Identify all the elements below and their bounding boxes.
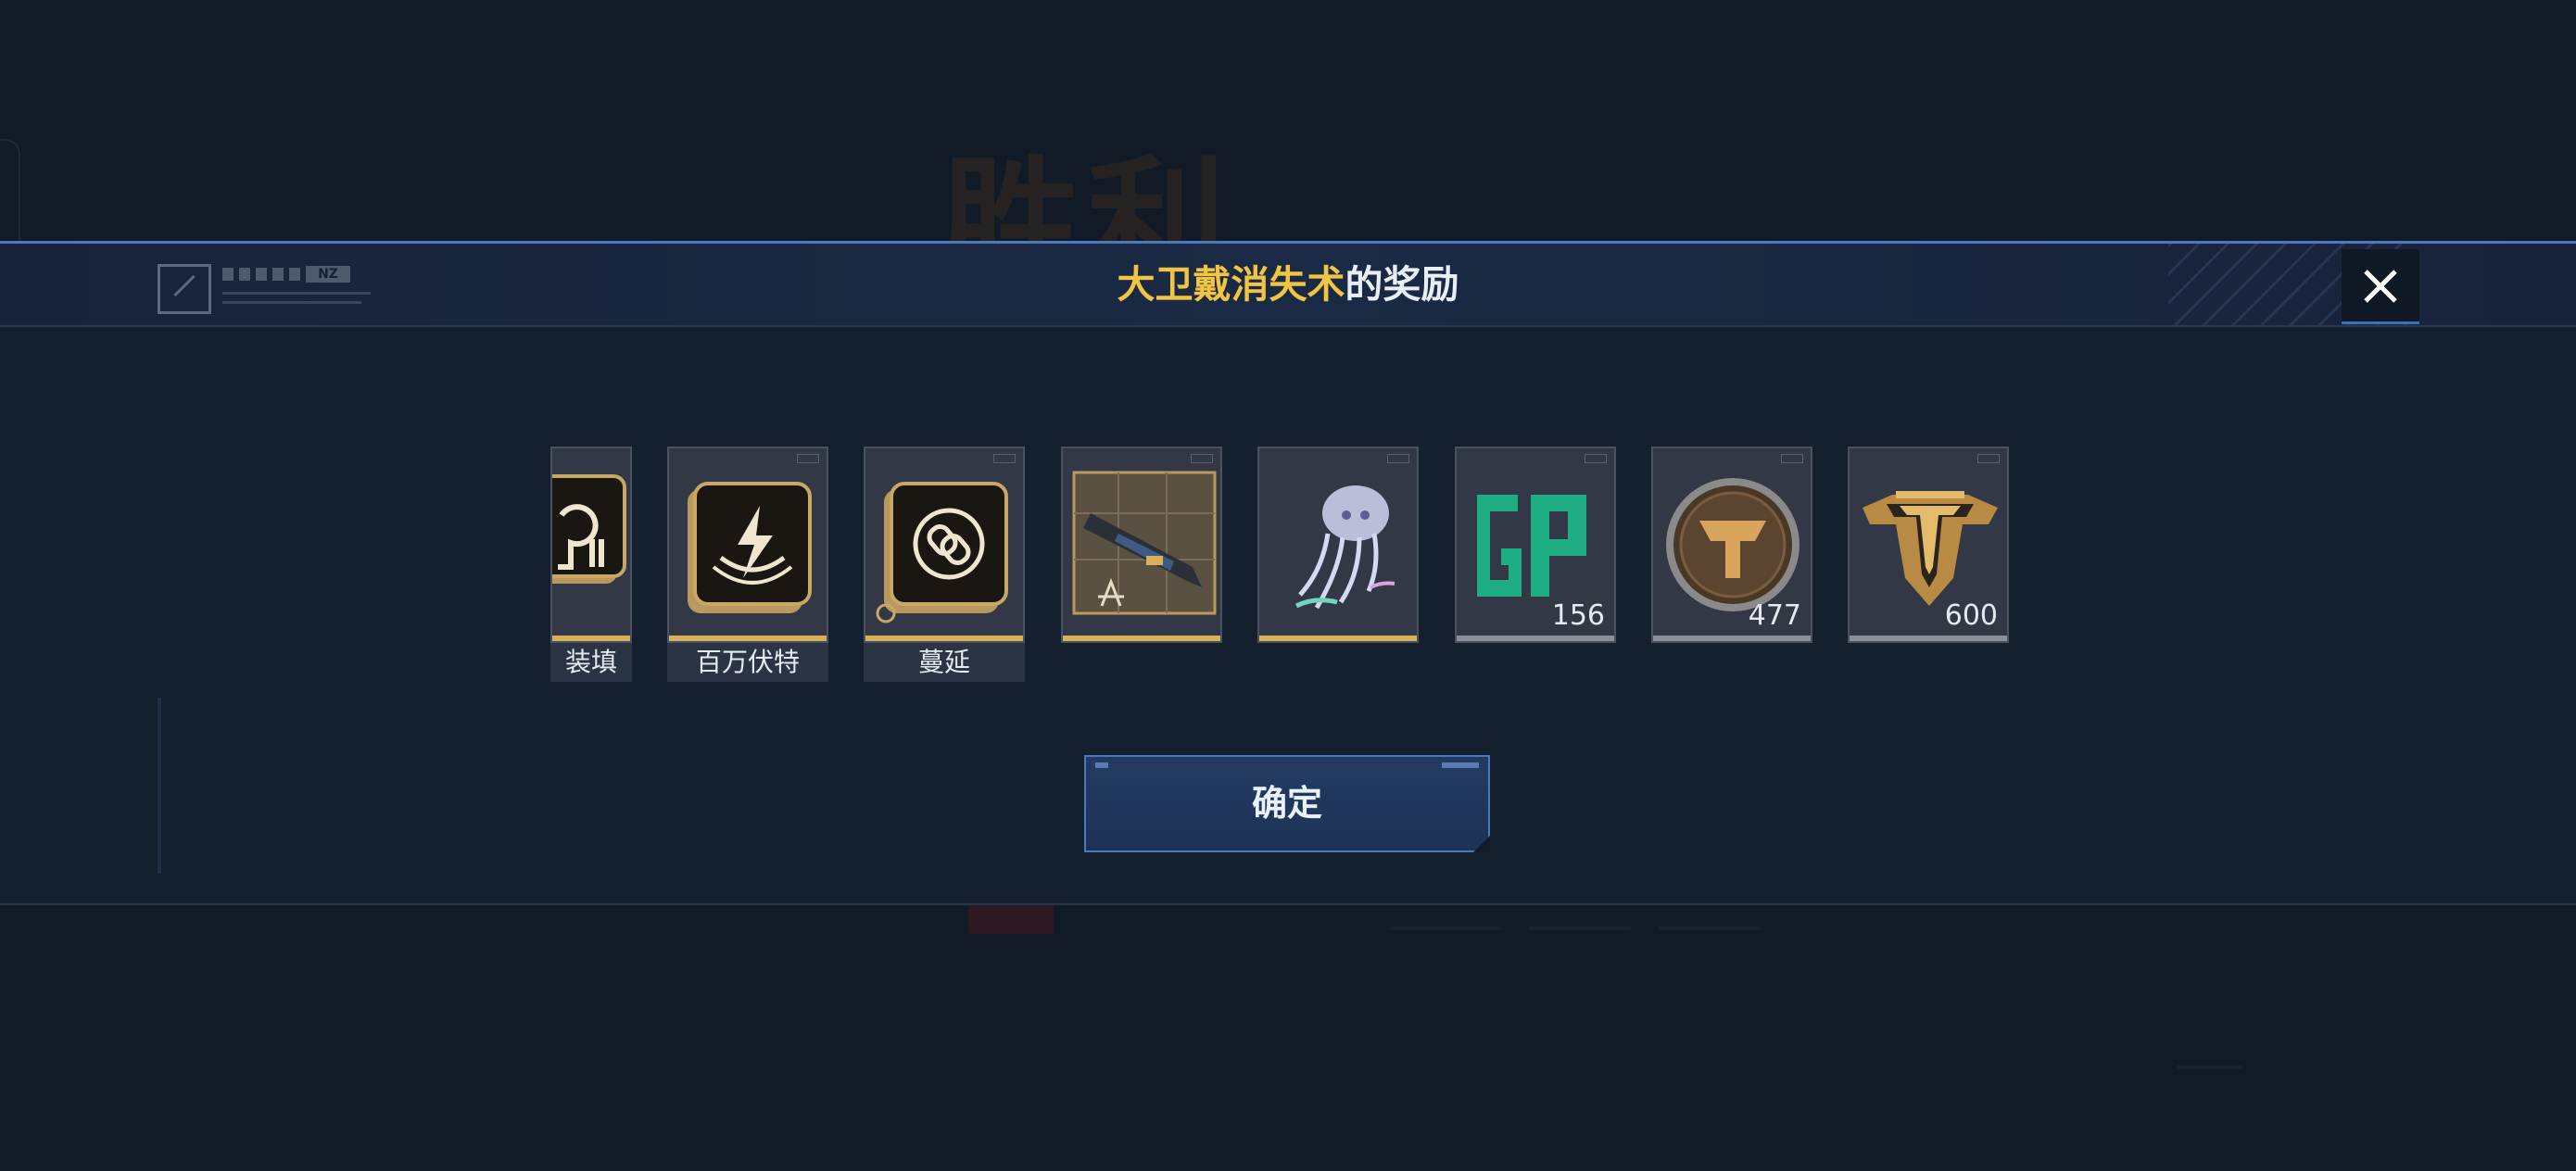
confirm-button[interactable]: 确定 xyxy=(1084,755,1490,852)
rarity-bar xyxy=(1259,636,1417,641)
jellyfish-ornament-icon xyxy=(1294,485,1395,610)
rarity-bar xyxy=(1457,636,1614,641)
rarity-bar xyxy=(1850,636,2007,641)
reward-item-million-volts[interactable] xyxy=(667,447,828,643)
rarity-bar xyxy=(1063,636,1220,641)
reward-count: 477 xyxy=(1748,599,1801,632)
weapon-blueprint-icon xyxy=(1072,471,1217,615)
lightning-perk-icon xyxy=(688,482,812,613)
reward-item-gold-shield-badge[interactable]: 600 xyxy=(1848,447,2009,643)
reward-item-weapon-blueprint[interactable] xyxy=(1061,447,1222,643)
background-faint-line xyxy=(1659,926,1761,930)
dialog-header: NZ 大卫戴消失术的奖励 xyxy=(0,244,2576,327)
reward-item-spread[interactable] xyxy=(864,447,1025,643)
dialog-title: 大卫戴消失术的奖励 xyxy=(0,244,2576,325)
left-decoration xyxy=(158,698,161,874)
reward-item-gp[interactable]: 156 xyxy=(1455,447,1616,643)
chain-perk-icon xyxy=(876,482,1008,623)
close-icon xyxy=(2364,270,2397,303)
rarity-bar xyxy=(669,636,827,641)
background-faint-line xyxy=(1390,926,1501,930)
reward-count: 156 xyxy=(1551,599,1605,632)
reward-label: 蔓延 xyxy=(864,643,1025,682)
reward-count: 600 xyxy=(1944,599,1998,632)
reward-item-reload[interactable] xyxy=(550,447,632,643)
confirm-button-label: 确定 xyxy=(1251,783,1322,824)
rarity-bar xyxy=(1653,636,1811,641)
reload-perk-icon xyxy=(552,474,626,584)
reward-item-bronze-badge[interactable]: 477 xyxy=(1651,447,1812,643)
background-red-badge xyxy=(968,900,1054,934)
reward-label: 百万伏特 xyxy=(667,643,828,682)
close-button[interactable] xyxy=(2342,249,2419,324)
reward-label: 装填 xyxy=(550,643,632,682)
reward-item-jellyfish-ornament[interactable] xyxy=(1257,447,1419,643)
rarity-bar xyxy=(865,636,1023,641)
background-faint-line xyxy=(2178,1065,2242,1069)
dialog-title-mode: 大卫戴消失术 xyxy=(1117,262,1345,307)
dialog-title-suffix: 的奖励 xyxy=(1345,262,1459,307)
background-faint-line xyxy=(1529,926,1631,930)
rarity-bar xyxy=(552,636,630,641)
